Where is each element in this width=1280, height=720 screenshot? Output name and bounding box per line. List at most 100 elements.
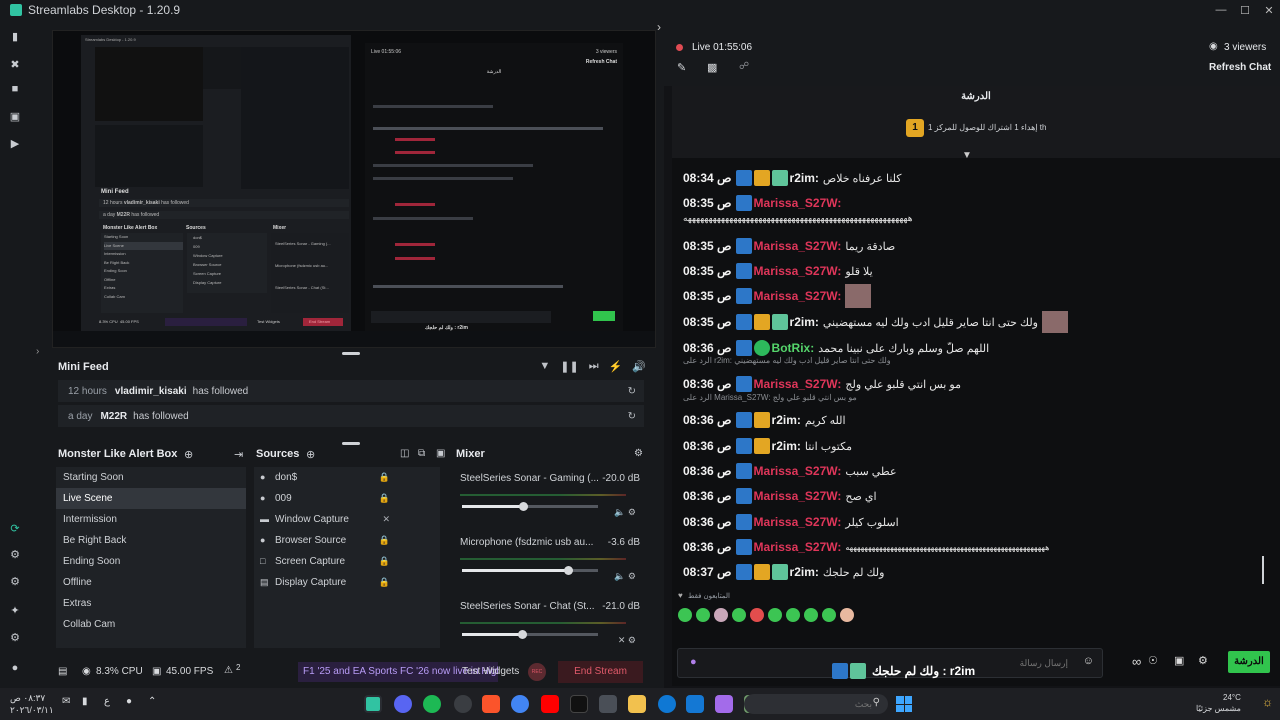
volume-slider-knob[interactable]: [517, 630, 527, 639]
refresh-chat-button[interactable]: Refresh Chat: [1209, 62, 1271, 73]
mixer-controls[interactable]: ✕ ⚙: [618, 635, 636, 646]
source-item[interactable]: ● 009 🔒: [254, 488, 440, 509]
chat-message[interactable]: 08:36 ص Marissa_S27W: هههههههههههههههههههه…: [683, 537, 1263, 557]
store-icon[interactable]: ■: [9, 83, 21, 95]
start-button[interactable]: [896, 696, 912, 712]
replay-icon[interactable]: ↻: [628, 411, 636, 422]
minimize-icon[interactable]: —: [1210, 0, 1232, 20]
mic-icon[interactable]: ●: [690, 656, 697, 668]
chat-message[interactable]: 08:35 ص Marissa_S27W:: [683, 284, 1263, 308]
scene-item[interactable]: Intermission: [56, 509, 246, 530]
close-icon[interactable]: ✕: [1258, 0, 1280, 20]
emote-icon[interactable]: [840, 608, 854, 622]
chat-message[interactable]: 08:36 ص r2im: الله كريم: [683, 410, 1263, 430]
play-icon[interactable]: ▶: [9, 138, 21, 150]
scene-transition-icon[interactable]: ⇥: [234, 448, 243, 461]
scene-item[interactable]: Live Scene: [56, 488, 246, 509]
skip-icon[interactable]: ⏭: [589, 360, 599, 373]
lock-icon[interactable]: 🔒: [379, 572, 390, 593]
emote-icon[interactable]: [696, 608, 710, 622]
editor-icon[interactable]: ▮: [9, 31, 21, 43]
scene-item[interactable]: Offline: [56, 572, 246, 593]
store-app-icon[interactable]: [599, 695, 617, 713]
scrollbar-thumb[interactable]: [1262, 556, 1264, 584]
chat-message[interactable]: 08:36 ص r2im: مكتوب انتا: [683, 436, 1263, 456]
microphone-icon[interactable]: ●: [126, 696, 132, 707]
emote-icon[interactable]: [822, 608, 836, 622]
collapse-right-chevron-icon[interactable]: ›: [657, 20, 661, 34]
tiktok-icon[interactable]: [570, 695, 588, 713]
message-user[interactable]: Marissa_S27W:: [754, 489, 842, 503]
volume-slider[interactable]: [462, 566, 598, 575]
chrome-icon[interactable]: [511, 695, 529, 713]
message-user[interactable]: r2im:: [772, 439, 801, 453]
profile-icon[interactable]: ●: [9, 662, 21, 674]
add-scene-icon[interactable]: ⊕: [184, 448, 193, 461]
emote-icon[interactable]: [750, 608, 764, 622]
source-item[interactable]: ▤ Display Capture 🔒: [254, 572, 440, 593]
chat-message[interactable]: 08:35 ص Marissa_S27W: يلا قلو: [683, 261, 1263, 281]
hidden-icon[interactable]: ✕: [382, 509, 390, 530]
chat-message[interactable]: 08:36 ص Marissa_S27W: اي صح: [683, 486, 1263, 506]
add-source-icon[interactable]: ⊕: [306, 448, 315, 461]
pause-icon[interactable]: ❚❚: [560, 360, 578, 373]
lock-icon[interactable]: 🔒: [379, 551, 390, 572]
system-clock[interactable]: ٠٨:٣٧ ص ٢٠٢٦/٠٣/١١: [10, 692, 54, 716]
scene-item[interactable]: Ending Soon: [56, 551, 246, 572]
message-user[interactable]: r2im:: [772, 413, 801, 427]
message-user[interactable]: BotRix:: [772, 341, 815, 355]
maximize-icon[interactable]: ☐: [1234, 0, 1256, 20]
chat-message[interactable]: 08:36 ص Marissa_S27W: اسلوب كيلر: [683, 512, 1263, 532]
share-icon[interactable]: ☍: [739, 61, 749, 72]
battery-icon[interactable]: ▮: [82, 696, 88, 707]
message-user[interactable]: Marissa_S27W:: [754, 464, 842, 478]
test-widgets-button[interactable]: Test Widgets: [462, 666, 519, 677]
stats-icon[interactable]: ▤: [58, 666, 67, 677]
apps-icon[interactable]: ⚙: [9, 549, 21, 561]
taskbar-search[interactable]: ⚲: [744, 694, 888, 714]
clapper-icon[interactable]: ▩: [707, 61, 717, 74]
weather-widget[interactable]: 24°C مشمس جزئيًا: [1196, 692, 1241, 714]
emote-icon[interactable]: [714, 608, 728, 622]
spotify-icon[interactable]: [423, 695, 441, 713]
source-item[interactable]: ● don$ 🔒: [254, 467, 440, 488]
chat-message[interactable]: 08:36 ص Marissa_S27W: مو بس انتي قلبو علي …: [683, 374, 1263, 394]
network-icon[interactable]: ☉: [1148, 654, 1158, 667]
message-user[interactable]: r2im:: [790, 315, 819, 329]
settings-icon[interactable]: ⚙: [9, 632, 21, 644]
copy-icon[interactable]: ⧉: [418, 448, 425, 459]
message-user[interactable]: Marissa_S27W:: [754, 377, 842, 391]
themes-icon[interactable]: ✖: [9, 59, 21, 71]
volume-slider-knob[interactable]: [564, 566, 574, 575]
lock-icon[interactable]: 🔒: [379, 530, 390, 551]
emote-icon[interactable]: [804, 608, 818, 622]
volume-icon[interactable]: 🔊: [632, 360, 646, 373]
alert-icon[interactable]: ⚠: [224, 665, 233, 676]
language-indicator[interactable]: ع: [104, 696, 110, 707]
settings-app-icon[interactable]: [454, 695, 472, 713]
tray-chevron-icon[interactable]: ⌃: [148, 696, 156, 707]
emote-icon[interactable]: [732, 608, 746, 622]
chat-message[interactable]: 08:36 ص Marissa_S27W: عطي سبب: [683, 461, 1263, 481]
message-user[interactable]: Marissa_S27W:: [754, 515, 842, 529]
message-user[interactable]: r2im:: [790, 565, 819, 579]
lock-icon[interactable]: 🔒: [379, 467, 390, 488]
volume-slider[interactable]: [462, 630, 598, 639]
volume-slider[interactable]: [462, 502, 598, 511]
rec-button[interactable]: REC: [528, 663, 546, 681]
emote-icon[interactable]: [678, 608, 692, 622]
image-icon[interactable]: ▣: [436, 448, 445, 459]
scene-item[interactable]: Collab Cam: [56, 614, 246, 635]
scene-item[interactable]: Be Right Back: [56, 530, 246, 551]
scene-item[interactable]: Extras: [56, 593, 246, 614]
chat-settings-icon[interactable]: ⚙: [1198, 654, 1208, 667]
chat-message[interactable]: 08:35 ص Marissa_S27W:: [683, 193, 1263, 213]
infinity-icon[interactable]: ∞: [1132, 654, 1141, 669]
file-explorer-icon[interactable]: [628, 695, 646, 713]
emoji-icon[interactable]: ☺: [1083, 655, 1094, 667]
notification-icon[interactable]: ✉: [62, 696, 70, 707]
stream-preview[interactable]: Streamlabs Desktop - 1.20.9 Mini Feed 12…: [52, 30, 656, 348]
message-user[interactable]: Marissa_S27W:: [754, 239, 842, 253]
tools-icon[interactable]: ✦: [9, 605, 21, 617]
brave-icon[interactable]: [482, 695, 500, 713]
